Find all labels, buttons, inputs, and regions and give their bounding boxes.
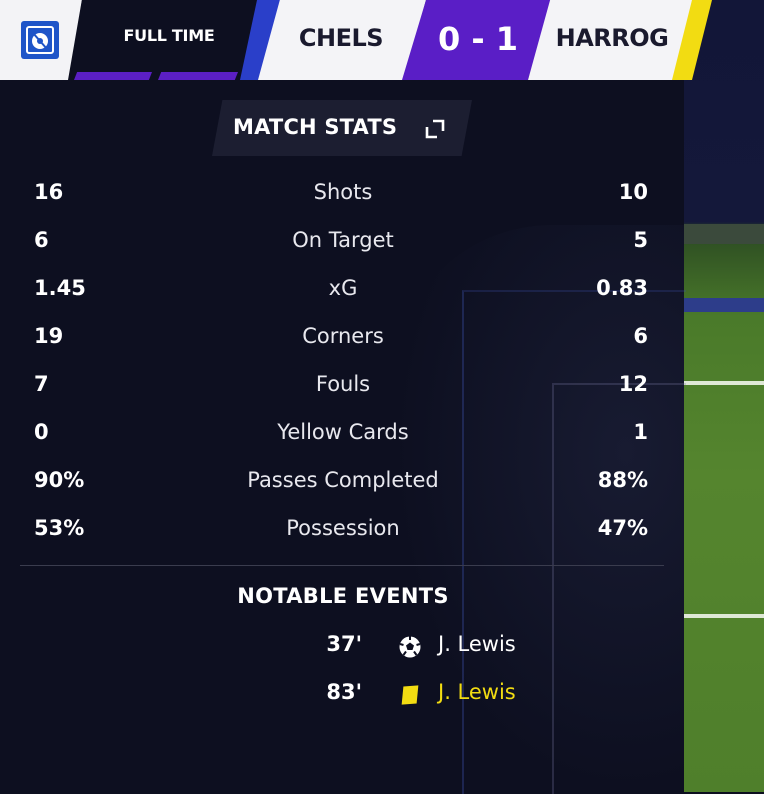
- match-score: 0 - 1: [437, 20, 519, 58]
- stat-away-value: 0.83: [596, 276, 648, 300]
- stat-row-xg: 1.45 xG 0.83: [0, 270, 684, 310]
- stat-home-value: 1.45: [34, 276, 86, 300]
- stat-row-on-target: 6 On Target 5: [0, 222, 684, 262]
- event-row: 37' J. Lewis: [0, 626, 684, 666]
- event-player: J. Lewis: [438, 680, 516, 704]
- section-divider: [20, 565, 664, 566]
- stat-away-value: 88%: [597, 468, 648, 492]
- status-progress-segment: [158, 72, 238, 80]
- event-minute: 37': [326, 632, 362, 656]
- match-stats-title: MATCH STATS: [233, 115, 398, 139]
- pitch-line: [684, 614, 764, 618]
- stadium-stand: [684, 224, 764, 244]
- yellow-card-icon: [401, 685, 419, 705]
- stat-home-value: 19: [34, 324, 64, 348]
- stat-row-shots: 16 Shots 10: [0, 174, 684, 214]
- stat-row-corners: 19 Corners 6: [0, 318, 684, 358]
- competition-logo-icon: [21, 21, 59, 59]
- stat-away-value: 10: [618, 180, 648, 204]
- stat-home-value: 90%: [34, 468, 85, 492]
- stat-away-value: 47%: [597, 516, 648, 540]
- match-status: FULL TIME: [123, 26, 215, 45]
- stat-row-fouls: 7 Fouls 12: [0, 366, 684, 406]
- home-team-name: CHELS: [298, 24, 384, 52]
- stat-label: Shots: [313, 180, 373, 204]
- stat-label: On Target: [292, 228, 394, 252]
- stat-label: Passes Completed: [247, 468, 439, 492]
- stat-away-value: 1: [633, 420, 648, 444]
- stat-home-value: 16: [34, 180, 64, 204]
- stat-home-value: 7: [34, 372, 49, 396]
- stat-home-value: 0: [34, 420, 49, 444]
- stat-label: Corners: [302, 324, 384, 348]
- stat-row-passes-completed: 90% Passes Completed 88%: [0, 462, 684, 502]
- notable-events-title: NOTABLE EVENTS: [237, 584, 449, 608]
- advertising-board: [684, 298, 764, 312]
- stat-label: Fouls: [315, 372, 371, 396]
- scoreboard: FULL TIME CHELS 0 - 1 HARROG: [0, 0, 764, 80]
- stat-home-value: 53%: [34, 516, 85, 540]
- stat-label: Yellow Cards: [277, 420, 409, 444]
- stat-row-yellow-cards: 0 Yellow Cards 1: [0, 414, 684, 454]
- event-player: J. Lewis: [438, 632, 516, 656]
- event-row: 83' J. Lewis: [0, 674, 684, 714]
- status-progress-segment: [74, 72, 152, 80]
- stat-home-value: 6: [34, 228, 49, 252]
- stat-away-value: 12: [618, 372, 648, 396]
- stat-away-value: 5: [633, 228, 648, 252]
- away-team-name: HARROG: [555, 24, 669, 52]
- goal-ball-icon: [399, 636, 421, 658]
- stat-label: xG: [328, 276, 358, 300]
- pitch-background: [684, 0, 764, 792]
- stat-row-possession: 53% Possession 47%: [0, 510, 684, 550]
- stat-away-value: 6: [633, 324, 648, 348]
- pitch-line: [684, 381, 764, 385]
- stat-label: Possession: [286, 516, 400, 540]
- expand-icon[interactable]: [424, 118, 446, 140]
- event-minute: 83': [326, 680, 362, 704]
